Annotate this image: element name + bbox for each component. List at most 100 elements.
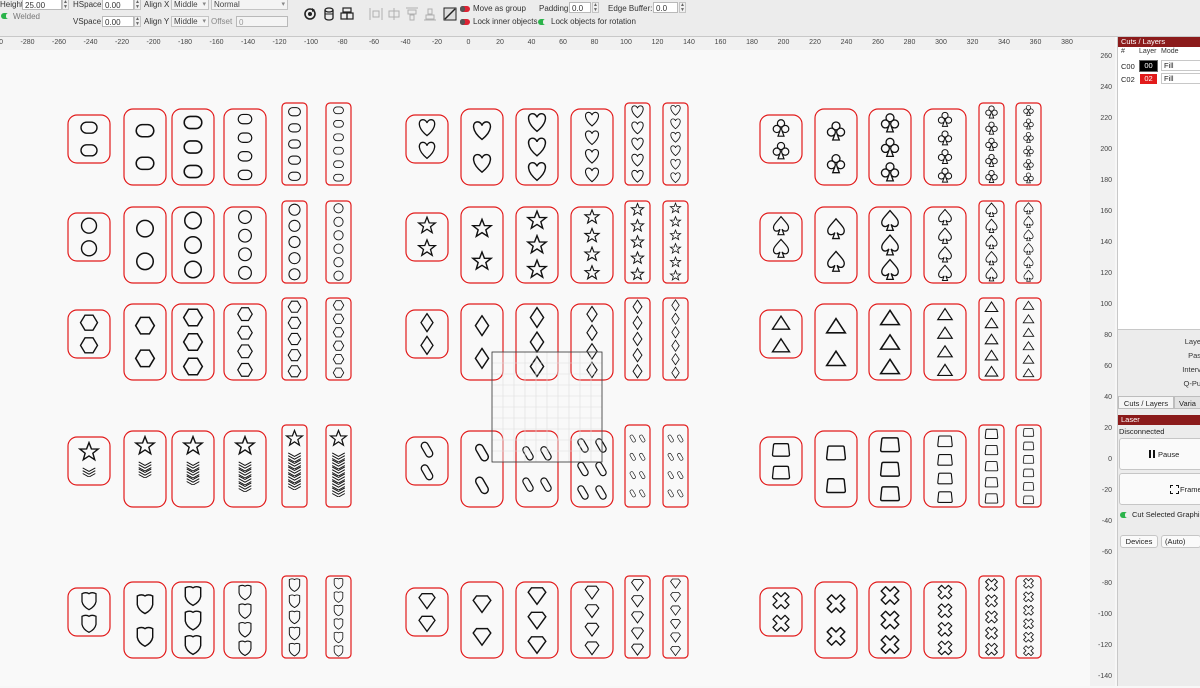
tile-group[interactable]	[570, 206, 614, 284]
cut-outline[interactable]	[624, 297, 651, 381]
cut-outline[interactable]	[325, 575, 352, 659]
lock-rotation-toggle[interactable]	[538, 19, 548, 25]
tile-group[interactable]	[1015, 102, 1042, 186]
padding-stepper[interactable]: ▲ ▼	[592, 2, 599, 13]
tile-group[interactable]	[223, 581, 267, 659]
cut-outline[interactable]	[405, 436, 449, 486]
cut-outline[interactable]	[171, 108, 215, 186]
cut-outline[interactable]	[325, 102, 352, 186]
tile-group[interactable]	[624, 575, 651, 659]
cut-outline[interactable]	[923, 430, 967, 508]
tile-group[interactable]	[171, 108, 215, 186]
tile-group[interactable]	[814, 206, 858, 284]
cut-outline[interactable]	[171, 206, 215, 284]
cut-outline[interactable]	[1015, 297, 1042, 381]
image-edit-icon[interactable]	[443, 7, 457, 21]
edge-buffer-input[interactable]: 0.0	[653, 2, 678, 13]
tile-group[interactable]	[570, 581, 614, 659]
cut-outline[interactable]	[868, 303, 912, 381]
tile-group[interactable]	[405, 212, 449, 262]
height-input[interactable]: 25.00	[22, 0, 62, 10]
cut-outline[interactable]	[405, 212, 449, 262]
tile-group[interactable]	[405, 436, 449, 486]
cut-outline[interactable]	[123, 303, 167, 381]
cut-outline[interactable]	[978, 297, 1005, 381]
tile-group[interactable]	[1015, 200, 1042, 284]
cut-outline[interactable]	[515, 108, 559, 186]
tile-group[interactable]	[624, 297, 651, 381]
tile-group[interactable]	[460, 206, 504, 284]
tile-group[interactable]	[759, 309, 803, 359]
tab-variable-text[interactable]: Varia	[1174, 396, 1200, 409]
align-top-icon[interactable]	[405, 7, 419, 21]
tile-group[interactable]	[868, 303, 912, 381]
cut-outline[interactable]	[868, 430, 912, 508]
cut-layer-row[interactable]: C02 02 Fill	[1118, 73, 1200, 85]
tile-group[interactable]	[281, 102, 308, 186]
tile-group[interactable]	[923, 108, 967, 186]
tile-group[interactable]	[759, 114, 803, 164]
hspace-input[interactable]: 0.00	[102, 0, 134, 10]
tile-group[interactable]	[460, 430, 504, 508]
tile-group[interactable]	[570, 108, 614, 186]
tile-group[interactable]	[923, 206, 967, 284]
tile-group[interactable]	[978, 575, 1005, 659]
tile-group[interactable]	[515, 303, 559, 381]
tile-group[interactable]	[662, 575, 689, 659]
cut-outline[interactable]	[759, 114, 803, 164]
cut-outline[interactable]	[868, 581, 912, 659]
cut-outline[interactable]	[223, 206, 267, 284]
cut-outline[interactable]	[868, 206, 912, 284]
vspace-stepper[interactable]: ▲ ▼	[134, 16, 141, 27]
cut-outline[interactable]	[978, 424, 1005, 508]
cut-outline[interactable]	[759, 587, 803, 637]
tile-group[interactable]	[171, 303, 215, 381]
tile-group[interactable]	[171, 206, 215, 284]
rotate-group-icon[interactable]	[303, 7, 317, 21]
tile-group[interactable]	[662, 102, 689, 186]
distribute-center-icon[interactable]	[387, 7, 401, 21]
tile-group[interactable]	[281, 200, 308, 284]
move-group-toggle[interactable]	[460, 6, 470, 12]
tile-group[interactable]	[515, 206, 559, 284]
cut-outline[interactable]	[624, 575, 651, 659]
tile-group[interactable]	[570, 430, 614, 508]
tile-group[interactable]	[223, 430, 267, 508]
cut-outline[interactable]	[460, 108, 504, 186]
cut-outline[interactable]	[515, 303, 559, 381]
cut-outline[interactable]	[814, 108, 858, 186]
cut-outline[interactable]	[405, 309, 449, 359]
tile-group[interactable]	[325, 575, 352, 659]
layer-mode[interactable]: Fill	[1161, 60, 1200, 71]
design-canvas[interactable]	[0, 50, 1090, 686]
cut-outline[interactable]	[662, 424, 689, 508]
cut-outline[interactable]	[759, 212, 803, 262]
tile-group[interactable]	[978, 297, 1005, 381]
cut-outline[interactable]	[624, 424, 651, 508]
cut-outline[interactable]	[223, 108, 267, 186]
tile-group[interactable]	[405, 114, 449, 164]
cut-outline[interactable]	[405, 587, 449, 637]
lock-inner-toggle[interactable]	[460, 19, 470, 25]
cut-outline[interactable]	[67, 212, 111, 262]
tile-group[interactable]	[281, 575, 308, 659]
cut-outline[interactable]	[978, 200, 1005, 284]
offset-input[interactable]: 0	[236, 16, 288, 27]
tile-group[interactable]	[814, 581, 858, 659]
cut-outline[interactable]	[978, 102, 1005, 186]
cut-outline[interactable]	[624, 200, 651, 284]
cut-outline[interactable]	[570, 108, 614, 186]
tile-group[interactable]	[814, 430, 858, 508]
tile-group[interactable]	[978, 424, 1005, 508]
cut-outline[interactable]	[515, 581, 559, 659]
cut-outline[interactable]	[814, 581, 858, 659]
cut-outline[interactable]	[281, 297, 308, 381]
tile-group[interactable]	[923, 430, 967, 508]
stack-icon[interactable]	[340, 7, 354, 21]
cut-outline[interactable]	[460, 430, 504, 508]
distribute-h-icon[interactable]	[369, 7, 383, 21]
tile-group[interactable]	[281, 297, 308, 381]
selection-box[interactable]	[491, 351, 603, 463]
cut-outline[interactable]	[923, 581, 967, 659]
tile-group[interactable]	[662, 200, 689, 284]
